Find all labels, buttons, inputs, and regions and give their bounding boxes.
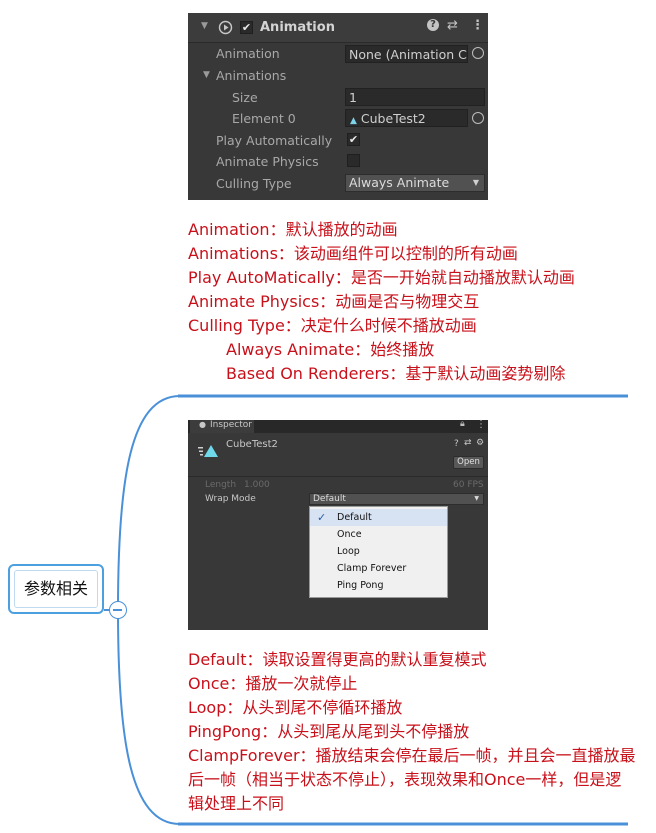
length-value: 1.000 bbox=[244, 480, 270, 490]
note-animation: Animation：默认播放的动画 bbox=[188, 220, 398, 239]
collapse-toggle-icon[interactable] bbox=[109, 601, 127, 619]
chevron-down-icon: ▼ bbox=[472, 178, 479, 187]
object-picker-icon[interactable] bbox=[472, 47, 484, 59]
note-play-automatically: Play AutoMatically：是否一开始就自动播放默认动画 bbox=[188, 268, 575, 287]
animation-field-value: None (Animation Cl bbox=[349, 47, 468, 62]
element0-label: Element 0 bbox=[232, 111, 296, 126]
preset-icon[interactable]: ⇄ bbox=[464, 438, 472, 448]
element0-picker-icon[interactable] bbox=[472, 112, 484, 124]
note-loop: Loop：从头到尾不停循环播放 bbox=[188, 698, 403, 717]
culling-type-dropdown[interactable]: Always Animate ▼ bbox=[345, 174, 485, 192]
wrap-mode-menu: ✓ Default Once Loop Clamp Forever Ping P… bbox=[309, 506, 448, 598]
component-header: ▼ ✔ Animation ? ⇄ ⋮ bbox=[188, 13, 488, 43]
top-branch-curve bbox=[117, 395, 181, 611]
menu-item-label: Once bbox=[337, 529, 362, 540]
mindmap-node[interactable]: 参数相关 bbox=[8, 564, 104, 614]
checkmark-icon: ✓ bbox=[317, 511, 327, 524]
wrap-mode-label: Wrap Mode bbox=[205, 494, 256, 504]
menu-item-label: Loop bbox=[337, 546, 360, 557]
play-automatically-checkbox[interactable]: ✔ bbox=[347, 133, 360, 146]
wrap-mode-value: Default bbox=[313, 494, 346, 504]
animate-physics-checkbox[interactable] bbox=[347, 154, 360, 167]
menu-item-loop[interactable]: Loop bbox=[310, 543, 447, 560]
context-menu-icon[interactable]: ⋮ bbox=[471, 18, 484, 33]
help-icon[interactable]: ? bbox=[427, 19, 439, 31]
component-enabled-checkbox[interactable]: ✔ bbox=[240, 21, 253, 34]
chevron-down-icon: ▼ bbox=[474, 495, 479, 502]
lock-icon[interactable]: 🔒︎ bbox=[460, 419, 465, 429]
note-default: Default：读取设置得更高的默认重复模式 bbox=[188, 650, 487, 669]
animation-label: Animation bbox=[216, 46, 280, 61]
note-always-animate: Always Animate：始终播放 bbox=[226, 340, 435, 359]
element0-value: CubeTest2 bbox=[360, 111, 426, 126]
component-title: Animation bbox=[260, 20, 335, 35]
wrap-mode-dropdown[interactable]: Default ▼ bbox=[309, 493, 484, 505]
inspector-tab-bar: ● Inspector 🔒︎ ⋮ bbox=[188, 419, 488, 433]
bottom-branch-curve bbox=[117, 609, 181, 825]
animation-component-icon bbox=[218, 20, 233, 35]
note-based-on-renderers: Based On Renderers：基于默认动画姿势剔除 bbox=[226, 364, 566, 383]
open-button[interactable]: Open bbox=[453, 456, 484, 469]
menu-item-once[interactable]: Once bbox=[310, 526, 447, 543]
inspector-tab[interactable]: ● Inspector bbox=[190, 420, 254, 433]
inspector-tab-label: Inspector bbox=[210, 420, 252, 430]
note-culling-type: Culling Type：决定什么时候不播放动画 bbox=[188, 316, 477, 335]
menu-item-default[interactable]: ✓ Default bbox=[310, 509, 447, 526]
menu-item-clamp-forever[interactable]: Clamp Forever bbox=[310, 560, 447, 577]
tab-menu-icon[interactable]: ⋮ bbox=[476, 419, 486, 430]
note-clamp-forever: ClampForever：播放结束会停在最后一帧，并且会一直播放最后一帧（相当于… bbox=[188, 746, 636, 813]
animation-clip-asset-icon bbox=[198, 445, 218, 457]
fps-value: 60 FPS bbox=[453, 480, 484, 490]
menu-item-label: Default bbox=[337, 512, 372, 523]
settings-gear-icon[interactable]: ⚙ bbox=[476, 438, 484, 448]
open-button-label: Open bbox=[457, 457, 480, 467]
note-pingpong: PingPong：从头到尾从尾到头不停播放 bbox=[188, 722, 470, 741]
asset-name: CubeTest2 bbox=[226, 439, 278, 450]
size-value: 1 bbox=[349, 90, 357, 105]
animations-label[interactable]: Animations bbox=[216, 68, 286, 83]
help-icon[interactable]: ? bbox=[454, 439, 459, 449]
length-label: Length bbox=[205, 480, 237, 490]
animations-foldout-arrow-icon[interactable]: ▼ bbox=[203, 70, 210, 80]
header-divider bbox=[188, 476, 488, 477]
element0-object-field[interactable]: ▲ CubeTest2 bbox=[345, 109, 468, 127]
culling-type-value: Always Animate bbox=[349, 175, 450, 190]
note-once: Once：播放一次就停止 bbox=[188, 674, 358, 693]
size-field[interactable]: 1 bbox=[345, 88, 485, 106]
menu-item-ping-pong[interactable]: Ping Pong bbox=[310, 577, 447, 594]
preset-icon[interactable]: ⇄ bbox=[447, 18, 458, 33]
culling-type-label: Culling Type bbox=[216, 176, 292, 191]
foldout-arrow-icon[interactable]: ▼ bbox=[201, 21, 208, 31]
info-icon: ● bbox=[199, 420, 206, 429]
inspector-panel: ● Inspector 🔒︎ ⋮ CubeTest2 ? ⇄ ⚙ Open Le… bbox=[188, 419, 488, 630]
animation-clip-icon: ▲ bbox=[350, 116, 357, 126]
mindmap-node-label: 参数相关 bbox=[14, 570, 98, 608]
note-animations: Animations：该动画组件可以控制的所有动画 bbox=[188, 244, 518, 263]
play-automatically-label: Play Automatically bbox=[216, 133, 333, 148]
note-animate-physics: Animate Physics：动画是否与物理交互 bbox=[188, 292, 480, 311]
menu-item-label: Ping Pong bbox=[337, 580, 384, 591]
animation-component-panel: ▼ ✔ Animation ? ⇄ ⋮ Animation None (Anim… bbox=[188, 13, 488, 200]
animate-physics-label: Animate Physics bbox=[216, 154, 319, 169]
menu-item-label: Clamp Forever bbox=[337, 563, 407, 574]
animation-object-field[interactable]: None (Animation Cl bbox=[345, 45, 468, 63]
size-label: Size bbox=[232, 90, 258, 105]
